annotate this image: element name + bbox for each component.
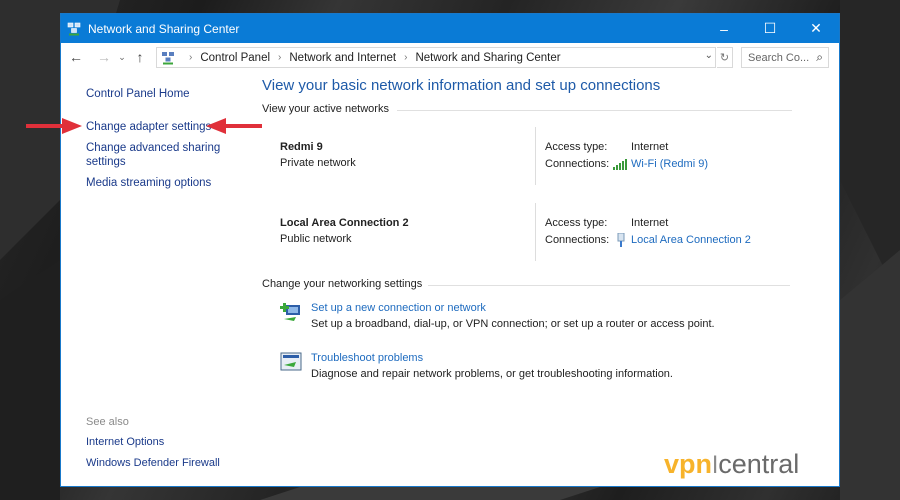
- sidebar-item-advanced-sharing[interactable]: Change advanced sharing settings: [86, 141, 226, 169]
- wifi-connection-link[interactable]: Wi-Fi (Redmi 9): [631, 158, 708, 170]
- window-title: Network and Sharing Center: [88, 21, 240, 36]
- search-input[interactable]: Search Co... ⌕: [741, 47, 829, 68]
- troubleshoot-link[interactable]: Troubleshoot problems: [311, 352, 423, 364]
- title-bar[interactable]: Network and Sharing Center – ☐ ✕: [61, 14, 839, 43]
- back-button[interactable]: ←: [65, 49, 87, 65]
- connections-label: Connections:: [545, 158, 610, 170]
- access-type-row: Access type: Internet: [545, 141, 668, 153]
- network-name: Local Area Connection 2: [280, 217, 409, 229]
- breadcrumb-network-sharing[interactable]: Network and Sharing Center: [415, 52, 560, 64]
- close-button[interactable]: ✕: [793, 14, 839, 43]
- access-type-value: Internet: [631, 217, 669, 229]
- address-row: ← → ⌄ ↑ › Control Panel › Network and In…: [61, 43, 839, 71]
- setup-connection-link[interactable]: Set up a new connection or network: [311, 302, 486, 314]
- networking-settings-header: Change your networking settings: [262, 278, 790, 292]
- task-description: Diagnose and repair network problems, or…: [311, 368, 673, 380]
- access-type-row: Access type: Internet: [545, 217, 668, 229]
- annotation-arrow-right-icon: [26, 118, 82, 134]
- active-networks-label: View your active networks: [262, 103, 389, 115]
- address-bar[interactable]: › Control Panel › Network and Internet ›…: [156, 47, 716, 68]
- wifi-signal-icon: [613, 159, 627, 170]
- breadcrumb-network-internet[interactable]: Network and Internet: [289, 52, 396, 64]
- chevron-right-icon: ›: [189, 52, 193, 63]
- task-troubleshoot: Troubleshoot problems Diagnose and repai…: [311, 352, 673, 380]
- divider: [428, 285, 790, 286]
- maximize-button[interactable]: ☐: [747, 14, 793, 43]
- sidebar: Control Panel Home Change adapter settin…: [86, 87, 266, 190]
- refresh-button[interactable]: ↻: [717, 47, 733, 68]
- new-connection-icon: [280, 303, 300, 321]
- see-also-header: See also: [86, 416, 129, 428]
- chevron-right-icon: ›: [404, 52, 408, 63]
- forward-button[interactable]: →: [93, 49, 115, 65]
- network-redmi9: Redmi 9 Private network: [280, 141, 356, 169]
- network-center-icon: [67, 22, 81, 35]
- minimize-button[interactable]: –: [701, 14, 747, 43]
- annotation-arrow-left-icon: [206, 118, 262, 134]
- divider: [535, 203, 536, 261]
- network-category[interactable]: Public network: [280, 233, 409, 245]
- connections-label: Connections:: [545, 234, 610, 246]
- watermark-central: central: [718, 449, 800, 479]
- active-networks-header: View your active networks: [262, 103, 792, 117]
- ethernet-icon: [617, 233, 625, 247]
- network-sharing-window: Network and Sharing Center – ☐ ✕ ← → ⌄ ↑…: [60, 13, 840, 487]
- internet-options-link[interactable]: Internet Options: [86, 435, 220, 449]
- task-description: Set up a broadband, dial-up, or VPN conn…: [311, 318, 715, 330]
- network-category[interactable]: Private network: [280, 157, 356, 169]
- divider: [397, 110, 792, 111]
- vpncentral-watermark: vpnǀcentral: [664, 449, 799, 480]
- chevron-down-icon[interactable]: ⌄: [705, 50, 713, 61]
- divider: [535, 127, 536, 185]
- page-title: View your basic network information and …: [262, 77, 661, 94]
- control-panel-icon: [162, 51, 174, 64]
- access-type-label: Access type:: [545, 141, 608, 153]
- network-name: Redmi 9: [280, 141, 323, 153]
- windows-firewall-link[interactable]: Windows Defender Firewall: [86, 456, 220, 470]
- main-content: View your basic network information and …: [262, 77, 792, 117]
- network-local-area: Local Area Connection 2 Public network: [280, 217, 409, 245]
- task-new-connection: Set up a new connection or network Set u…: [311, 302, 715, 330]
- search-icon: ⌕: [816, 50, 823, 64]
- access-type-value: Internet: [631, 141, 669, 153]
- troubleshoot-icon: [280, 352, 302, 371]
- chevron-right-icon: ›: [278, 52, 282, 63]
- watermark-vpn: vpn: [664, 449, 713, 479]
- access-type-label: Access type:: [545, 217, 608, 229]
- recent-locations-button[interactable]: ⌄: [115, 52, 129, 63]
- sidebar-item-media-streaming[interactable]: Media streaming options: [86, 176, 266, 190]
- networking-settings-label: Change your networking settings: [262, 278, 423, 290]
- ethernet-connection-link[interactable]: Local Area Connection 2: [631, 234, 751, 246]
- sidebar-item-control-panel-home[interactable]: Control Panel Home: [86, 87, 266, 101]
- search-placeholder: Search Co...: [748, 51, 810, 64]
- up-button[interactable]: ↑: [129, 49, 151, 65]
- connections-row: Connections: Wi-Fi (Redmi 9): [545, 158, 708, 170]
- breadcrumb-control-panel[interactable]: Control Panel: [200, 52, 270, 64]
- see-also-section: See also Internet Options Windows Defend…: [86, 416, 220, 470]
- connections-row: Connections: Local Area Connection 2: [545, 233, 751, 247]
